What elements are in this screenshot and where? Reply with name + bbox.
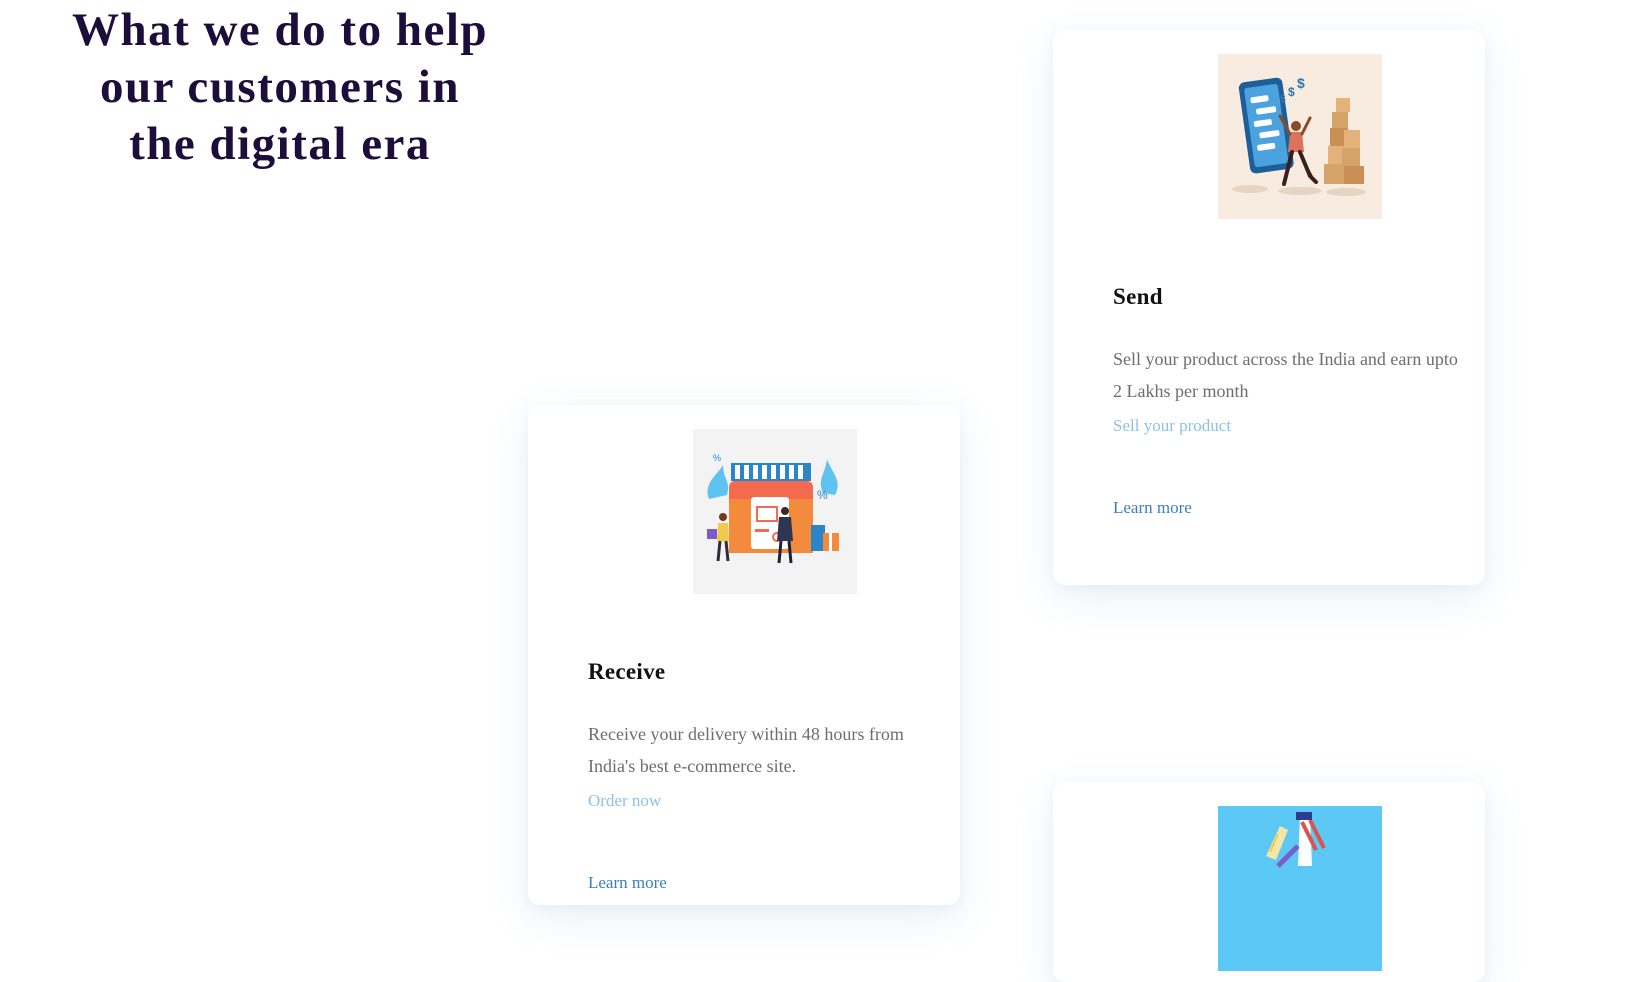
svg-text:$: $ (1297, 75, 1305, 91)
page-heading: What we do to help our customers in the … (71, 4, 489, 170)
svg-text:%: % (713, 453, 721, 463)
receive-card: % % Receive Receive your delivery within… (528, 405, 960, 905)
learn-more-link[interactable]: Learn more (588, 872, 667, 894)
send-card: $ $ $ Send Sell your product across the … (1053, 30, 1485, 585)
delivery-boxes-illustration-icon: $ $ $ (1218, 54, 1382, 219)
card-title: Send (1113, 284, 1163, 309)
svg-text:$: $ (1288, 85, 1295, 99)
card-description: Receive your delivery within 48 hours fr… (588, 724, 904, 776)
order-now-link[interactable]: Order now (588, 790, 661, 812)
card-description: Sell your product across the India and e… (1113, 349, 1458, 401)
svg-text:%: % (817, 488, 828, 502)
svg-text:$: $ (1280, 94, 1286, 105)
sell-your-product-link[interactable]: Sell your product (1113, 415, 1231, 437)
storefront-illustration-icon (1218, 806, 1382, 971)
card-title: Receive (588, 659, 666, 684)
online-store-illustration-icon: % % (693, 429, 857, 594)
third-card (1053, 782, 1485, 982)
learn-more-link[interactable]: Learn more (1113, 497, 1192, 519)
